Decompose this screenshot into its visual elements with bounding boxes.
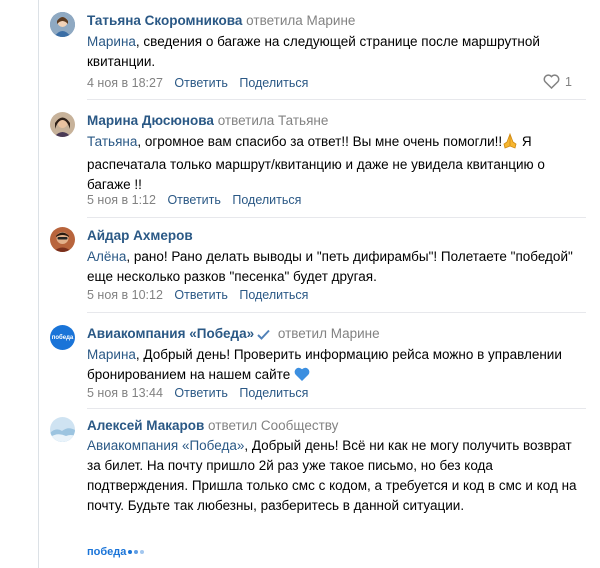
comment-author[interactable]: Авиакомпания «Победа» [87,326,254,341]
comment-text: Алёна, рано! Рано делать выводы и "петь … [87,247,577,287]
comment-author[interactable]: Алексей Макаров [87,418,204,433]
avatar[interactable]: победа [50,325,75,350]
comment-header: Татьяна Скоромникова ответила Марине [87,12,355,29]
comment-item: Марина Дюсюнова ответила Татьяне Татьяна… [38,100,586,218]
logo-dot-icon [134,550,139,554]
comment-body: , сведения о багаже на следующей страниц… [87,34,540,69]
logo-dot-icon [128,550,133,554]
share-button[interactable]: Поделиться [239,76,308,90]
comment-item: Татьяна Скоромникова ответила Марине Мар… [38,0,586,100]
pobeda-logo-avatar-icon: победа [51,334,74,341]
reply-to-label[interactable]: ответила Марине [246,13,355,28]
comment-header: Авиакомпания «Победа» ответил Марине [87,325,380,344]
mention-link[interactable]: Алёна [87,249,126,264]
avatar[interactable] [50,12,75,37]
share-button[interactable]: Поделиться [232,193,301,207]
avatar[interactable] [50,112,75,137]
reply-to-label[interactable]: ответил Марине [278,326,380,341]
mention-link[interactable]: Марина [87,34,136,49]
heart-icon [543,74,560,89]
user-avatar-photo-icon [50,12,75,37]
comment-text: Авиакомпания «Победа», Добрый день! Всё … [87,436,577,516]
folded-hands-emoji-icon [502,132,518,155]
comment-item: победа Авиакомпания «Победа» ответил Мар… [38,313,586,410]
comment-author[interactable]: Айдар Ахмеров [87,228,193,243]
avatar[interactable] [50,417,75,442]
brand-logo-text: победа [87,546,127,558]
comment-date[interactable]: 4 ноя в 18:27 [87,76,163,90]
reply-button[interactable]: Ответить [174,288,227,302]
comment-text: Марина, Добрый день! Проверить информаци… [87,345,577,388]
comment-meta: 5 ноя в 13:44 Ответить Поделиться [87,385,308,401]
comment-meta: 5 ноя в 10:12 Ответить Поделиться [87,287,308,303]
comment-header: Алексей Макаров ответил Сообществу [87,417,338,434]
pobeda-brand-logo: победа [87,546,145,558]
reply-button[interactable]: Ответить [174,386,227,400]
comment-meta: 4 ноя в 18:27 Ответить Поделиться [87,75,308,91]
mention-link[interactable]: Татьяна [87,134,137,149]
share-button[interactable]: Поделиться [239,288,308,302]
avatar[interactable] [50,227,75,252]
comment-date[interactable]: 5 ноя в 13:44 [87,386,163,400]
comment-text: Марина, сведения о багаже на следующей с… [87,32,577,72]
user-avatar-photo-icon [50,417,75,442]
comment-date[interactable]: 5 ноя в 10:12 [87,288,163,302]
like-count: 1 [565,74,572,89]
comment-body: , огромное вам спасибо за ответ!! Вы мне… [137,134,503,149]
verified-check-icon [257,327,270,344]
mention-link[interactable]: Авиакомпания «Победа» [87,438,244,453]
comment-meta: 5 ноя в 1:12 Ответить Поделиться [87,192,301,208]
comment-text: Татьяна, огромное вам спасибо за ответ!!… [87,132,577,195]
comment-header: Айдар Ахмеров [87,227,193,244]
reply-button[interactable]: Ответить [174,76,227,90]
comment-body: , рано! Рано делать выводы и "петь дифир… [87,249,573,284]
share-button[interactable]: Поделиться [239,386,308,400]
reply-to-label[interactable]: ответил Сообществу [208,418,338,433]
reply-button[interactable]: Ответить [167,193,220,207]
like-button[interactable]: 1 [543,74,572,89]
reply-to-label[interactable]: ответила Татьяне [218,113,329,128]
comment-date[interactable]: 5 ноя в 1:12 [87,193,156,207]
mention-link[interactable]: Марина [87,347,136,362]
user-avatar-photo-icon [50,112,75,137]
comment-author[interactable]: Марина Дюсюнова [87,113,214,128]
comment-item: Айдар Ахмеров Алёна, рано! Рано делать в… [38,215,586,315]
comment-header: Марина Дюсюнова ответила Татьяне [87,112,328,129]
comment-body: , Добрый день! Проверить информацию рейс… [87,347,562,382]
comment-item: Алексей Макаров ответил Сообществу Авиак… [38,405,586,545]
logo-dot-icon [140,550,145,554]
comment-author[interactable]: Татьяна Скоромникова [87,13,242,28]
user-avatar-photo-icon [50,227,75,252]
